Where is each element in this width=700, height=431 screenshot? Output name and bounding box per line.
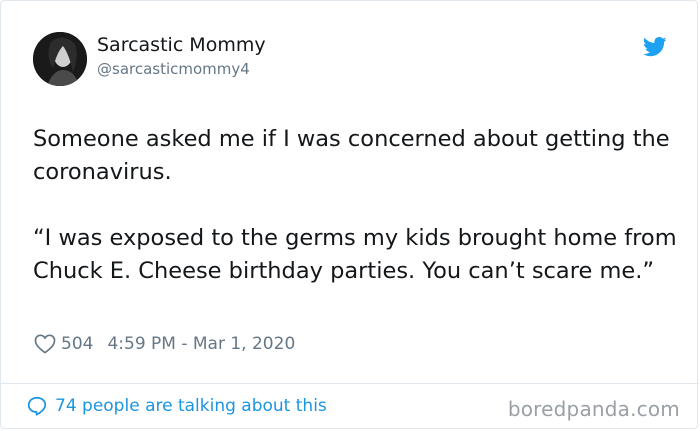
tweet-card: Sarcastic Mommy @sarcasticmommy4 Someone… — [0, 0, 699, 429]
watermark: boredpanda.com — [507, 397, 680, 421]
author-handle[interactable]: @sarcasticmommy4 — [97, 60, 250, 78]
conversation-link[interactable]: 74 people are talking about this — [26, 395, 327, 417]
tweet-text: Someone asked me if I was concerned abou… — [33, 123, 678, 288]
author-name[interactable]: Sarcastic Mommy — [97, 34, 266, 56]
tweet-paragraph: “I was exposed to the germs my kids brou… — [33, 225, 677, 284]
avatar-photo-icon — [33, 32, 87, 86]
like-count[interactable]: 504 — [61, 334, 93, 354]
avatar[interactable] — [33, 32, 87, 86]
speech-bubble-icon — [27, 396, 47, 416]
tweet-timestamp[interactable]: 4:59 PM - Mar 1, 2020 — [107, 334, 295, 354]
tweet-paragraph: Someone asked me if I was concerned abou… — [33, 126, 670, 185]
tweet-meta: 504 4:59 PM - Mar 1, 2020 — [34, 332, 295, 356]
conversation-label[interactable]: 74 people are talking about this — [55, 396, 327, 416]
divider — [1, 383, 699, 384]
heart-icon[interactable] — [34, 334, 56, 354]
twitter-bird-icon[interactable] — [643, 37, 667, 57]
